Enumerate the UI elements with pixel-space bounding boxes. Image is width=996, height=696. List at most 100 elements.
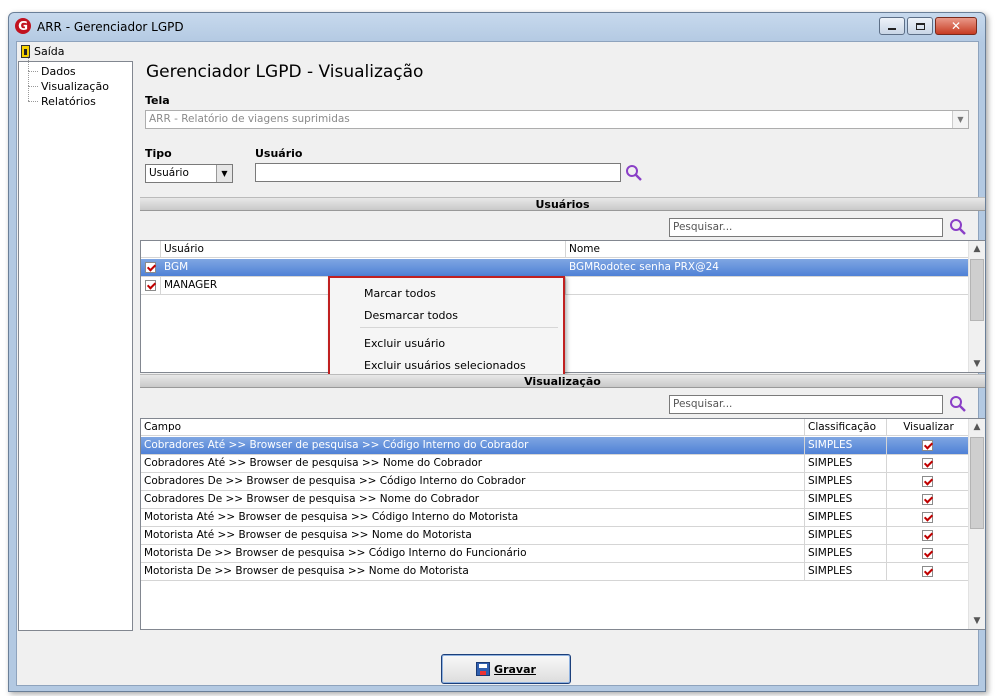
visualizar-cell[interactable] — [887, 563, 970, 581]
view-row[interactable]: Cobradores De >> Browser de pesquisa >> … — [141, 491, 970, 509]
classificacao-cell: SIMPLES — [805, 491, 887, 509]
floppy-disk-icon — [476, 662, 491, 676]
users-grid-header: Usuário Nome — [141, 241, 970, 258]
user-cell: BGM — [164, 261, 189, 273]
name-cell: BGMRodotec senha PRX@24 — [569, 261, 719, 273]
campo-cell: Motorista De >> Browser de pesquisa >> N… — [141, 563, 805, 581]
header-classificacao[interactable]: Classificação — [805, 419, 887, 436]
context-menu: Marcar todos Desmarcar todos Excluir usu… — [328, 276, 565, 377]
campo-cell: Cobradores Até >> Browser de pesquisa >>… — [141, 455, 805, 473]
menu-bar: Saída — [17, 42, 978, 60]
visualizar-checkbox[interactable] — [922, 566, 933, 577]
view-row[interactable]: Motorista Até >> Browser de pesquisa >> … — [141, 509, 970, 527]
view-row[interactable]: Cobradores De >> Browser de pesquisa >> … — [141, 473, 970, 491]
visualizar-checkbox[interactable] — [922, 458, 933, 469]
visualizar-cell[interactable] — [887, 509, 970, 527]
search-icon[interactable] — [949, 218, 967, 236]
classificacao-cell: SIMPLES — [805, 509, 887, 527]
view-row[interactable]: Motorista De >> Browser de pesquisa >> N… — [141, 563, 970, 581]
menu-item-mark-all[interactable]: Marcar todos — [364, 287, 436, 300]
visualizar-cell[interactable] — [887, 437, 970, 455]
visualizar-cell[interactable] — [887, 473, 970, 491]
visualizar-checkbox[interactable] — [922, 548, 933, 559]
tela-select-value: ARR - Relatório de viagens suprimidas — [149, 113, 350, 125]
scroll-up-icon[interactable]: ▲ — [969, 241, 985, 257]
title-bar[interactable]: G ARR - Gerenciador LGPD ✕ — [9, 13, 985, 41]
visualizar-cell[interactable] — [887, 455, 970, 473]
chevron-down-icon[interactable]: ▼ — [216, 165, 232, 182]
scroll-thumb[interactable] — [970, 437, 984, 529]
visualizar-checkbox[interactable] — [922, 476, 933, 487]
close-button[interactable]: ✕ — [935, 17, 977, 35]
tipo-select-value: Usuário — [149, 167, 189, 179]
client-area: Saída Dados Visualização Relatórios Gere… — [16, 41, 985, 686]
scroll-down-icon[interactable]: ▼ — [969, 356, 985, 372]
header-usuario[interactable]: Usuário — [161, 241, 566, 258]
campo-cell: Motorista Até >> Browser de pesquisa >> … — [141, 527, 805, 545]
tree-item-visualizacao[interactable]: Visualização — [23, 71, 109, 94]
classificacao-cell: SIMPLES — [805, 563, 887, 581]
tela-select[interactable]: ARR - Relatório de viagens suprimidas ▼ — [145, 110, 969, 129]
maximize-button[interactable] — [907, 17, 933, 35]
save-button-label: Gravar — [494, 662, 536, 676]
menu-separator — [360, 327, 558, 328]
tipo-select[interactable]: Usuário ▼ — [145, 164, 233, 183]
menu-item-unmark-all[interactable]: Desmarcar todos — [364, 309, 458, 322]
tree-item-relatorios[interactable]: Relatórios — [23, 86, 96, 109]
visualizar-cell[interactable] — [887, 527, 970, 545]
user-row[interactable]: BGM BGMRodotec senha PRX@24 — [141, 259, 970, 277]
visualizar-checkbox[interactable] — [922, 512, 933, 523]
row-check-cell[interactable] — [141, 259, 161, 277]
header-campo[interactable]: Campo — [141, 419, 805, 436]
visualizar-checkbox[interactable] — [922, 440, 933, 451]
app-logo-icon: G — [15, 18, 31, 34]
campo-cell: Cobradores De >> Browser de pesquisa >> … — [141, 491, 805, 509]
menu-item-delete-user[interactable]: Excluir usuário — [364, 337, 445, 350]
visualizar-checkbox[interactable] — [922, 530, 933, 541]
page-title: Gerenciador LGPD - Visualização — [146, 62, 424, 82]
users-search-input[interactable]: Pesquisar... — [669, 218, 943, 237]
menu-exit[interactable]: Saída — [19, 43, 67, 59]
row-checkbox[interactable] — [145, 262, 156, 273]
search-icon[interactable] — [949, 395, 967, 413]
view-section-header: Visualização — [140, 374, 985, 388]
visualizar-cell[interactable] — [887, 491, 970, 509]
header-nome[interactable]: Nome — [566, 241, 970, 258]
menu-exit-label: Saída — [34, 44, 65, 58]
classificacao-cell: SIMPLES — [805, 455, 887, 473]
row-checkbox[interactable] — [145, 280, 156, 291]
view-grid-header: Campo Classificação Visualizar — [141, 419, 970, 436]
chevron-down-icon[interactable]: ▼ — [952, 111, 968, 128]
view-row[interactable]: Motorista Até >> Browser de pesquisa >> … — [141, 527, 970, 545]
search-icon[interactable] — [625, 164, 643, 182]
visualizar-checkbox[interactable] — [922, 494, 933, 505]
usuario-input[interactable] — [255, 163, 621, 182]
view-scrollbar[interactable]: ▲ ▼ — [968, 419, 985, 629]
view-row[interactable]: Cobradores Até >> Browser de pesquisa >>… — [141, 437, 970, 455]
view-row[interactable]: Motorista De >> Browser de pesquisa >> C… — [141, 545, 970, 563]
save-button[interactable]: Gravar — [441, 654, 571, 684]
view-search-input[interactable]: Pesquisar... — [669, 395, 943, 414]
window-title: ARR - Gerenciador LGPD — [37, 20, 184, 34]
minimize-button[interactable] — [879, 17, 905, 35]
scroll-up-icon[interactable]: ▲ — [969, 419, 985, 435]
tela-label: Tela — [145, 94, 170, 107]
campo-cell: Cobradores Até >> Browser de pesquisa >>… — [141, 437, 805, 455]
classificacao-cell: SIMPLES — [805, 545, 887, 563]
restore-icon — [915, 22, 925, 30]
header-visualizar[interactable]: Visualizar — [887, 419, 970, 436]
scroll-thumb[interactable] — [970, 259, 984, 321]
view-search-placeholder: Pesquisar... — [673, 398, 733, 410]
menu-item-delete-selected[interactable]: Excluir usuários selecionados — [364, 359, 526, 372]
campo-cell: Cobradores De >> Browser de pesquisa >> … — [141, 473, 805, 491]
view-row[interactable]: Cobradores Até >> Browser de pesquisa >>… — [141, 455, 970, 473]
classificacao-cell: SIMPLES — [805, 437, 887, 455]
view-grid: Campo Classificação Visualizar Cobradore… — [140, 418, 985, 630]
classificacao-cell: SIMPLES — [805, 473, 887, 491]
scroll-down-icon[interactable]: ▼ — [969, 613, 985, 629]
tree-item-dados[interactable]: Dados — [23, 56, 76, 79]
minimize-icon — [888, 28, 896, 30]
row-check-cell[interactable] — [141, 277, 161, 295]
users-scrollbar[interactable]: ▲ ▼ — [968, 241, 985, 372]
visualizar-cell[interactable] — [887, 545, 970, 563]
